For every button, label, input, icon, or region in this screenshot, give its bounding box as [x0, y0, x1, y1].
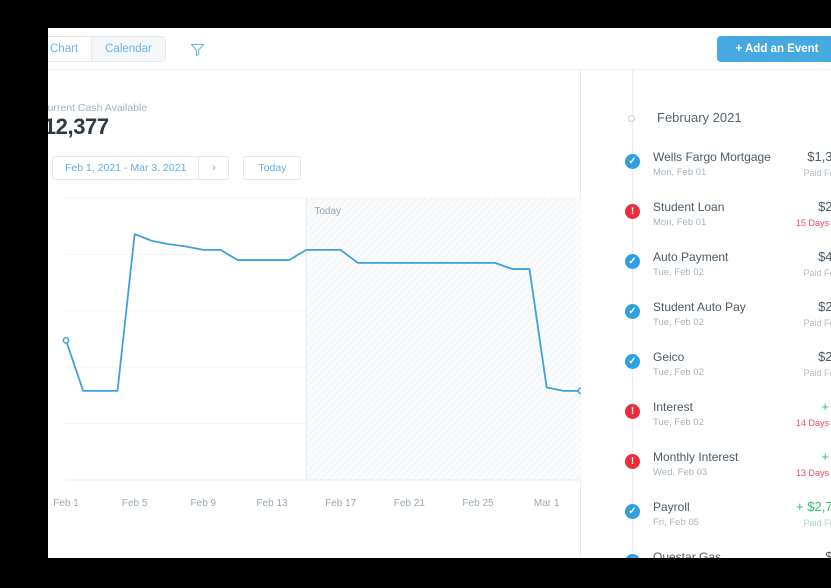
check-circle-icon[interactable]: ✓: [625, 354, 640, 369]
date-range-display[interactable]: Feb 1, 2021 - Mar 3, 2021: [52, 156, 200, 180]
top-toolbar: Chart Calendar + Add an Event: [48, 28, 831, 70]
chart-pane: Current Cash Available $12,377 Feb 1, 20…: [48, 70, 585, 558]
cash-flow-chart[interactable]: 25k20k15k10k5k0k Feb 1Feb 5Feb 9Feb 13Fe…: [48, 186, 585, 516]
alert-circle-icon[interactable]: !: [625, 404, 640, 419]
event-date: Tue, Feb 02: [653, 367, 704, 378]
chart-start-point: [62, 337, 70, 344]
month-dot-icon: [628, 115, 635, 122]
events-panel[interactable]: February 2021 ✓ Wells Fargo Mortgage Mon, …: [581, 70, 831, 558]
filter-icon: [190, 43, 204, 56]
event-name: Student Loan: [653, 200, 725, 214]
alert-circle-icon[interactable]: !: [625, 454, 640, 469]
event-amount: $250: [818, 299, 831, 314]
event-status-text: 14 Days Ago: [795, 418, 831, 428]
alert-circle-icon[interactable]: !: [625, 204, 640, 219]
event-status-text: Paid Feb 1: [803, 168, 831, 178]
chart-x-tick-label: Feb 21: [393, 498, 425, 509]
event-amount: + $2,752: [796, 499, 831, 514]
event-status-glyph: !: [630, 405, 635, 417]
chart-x-tick-label: Feb 17: [325, 498, 357, 509]
event-amount: $250: [818, 199, 831, 214]
event-date: Tue, Feb 02: [653, 317, 704, 328]
check-circle-icon[interactable]: ✓: [625, 154, 640, 169]
event-name: Student Auto Pay: [653, 300, 746, 314]
chart-x-tick-label: Feb 9: [190, 498, 217, 509]
event-date: Tue, Feb 02: [653, 267, 704, 278]
event-row[interactable]: ✓ Geico Tue, Feb 02 $239 Paid Feb 2: [581, 348, 831, 398]
chart-x-tick-label: Feb 13: [256, 498, 288, 509]
chart-x-tick-label: Feb 1: [53, 498, 79, 509]
month-title: February 2021: [657, 110, 742, 125]
event-date: Fri, Feb 05: [653, 517, 699, 528]
event-status-glyph: ✓: [628, 505, 637, 517]
event-row[interactable]: ✓ Student Auto Pay Tue, Feb 02 $250 Paid Feb…: [581, 298, 831, 348]
event-row[interactable]: ! Monthly Interest Wed, Feb 03 + $6 13 Days …: [581, 448, 831, 498]
check-circle-icon[interactable]: ✓: [625, 254, 640, 269]
event-amount: $1,388: [807, 149, 831, 164]
add-event-button[interactable]: + Add an Event: [717, 36, 831, 62]
event-date: Mon, Feb 01: [653, 217, 707, 228]
chart-x-tick-label: Feb 25: [462, 498, 494, 509]
event-row[interactable]: ! Student Loan Mon, Feb 01 $250 15 Days Ago: [581, 198, 831, 248]
event-row[interactable]: ✓ Wells Fargo Mortgage Mon, Feb 01 $1,388 Pa…: [581, 148, 831, 198]
chart-today-label: Today: [314, 206, 342, 217]
event-name: Questar Gas: [653, 550, 722, 558]
event-amount: + $6: [821, 449, 831, 464]
event-row[interactable]: ✓ Payroll Fri, Feb 05 + $2,752 Paid Feb 5: [581, 498, 831, 548]
cash-available-value: $12,377: [48, 114, 109, 139]
event-status-text: Paid Feb 2: [803, 268, 831, 278]
event-status-glyph: ✓: [628, 155, 637, 167]
event-amount: $239: [818, 349, 831, 364]
filter-button[interactable]: [186, 38, 208, 60]
check-circle-icon[interactable]: ✓: [625, 554, 640, 558]
event-status-glyph: ✓: [628, 305, 637, 317]
event-status-text: 15 Days Ago: [795, 218, 831, 228]
event-status-glyph: !: [630, 455, 635, 467]
check-circle-icon[interactable]: ✓: [625, 504, 640, 519]
cash-available-label: Current Cash Available: [48, 102, 148, 114]
event-name: Monthly Interest: [653, 450, 739, 464]
chart-x-tick-label: Feb 5: [121, 498, 148, 509]
event-name: Wells Fargo Mortgage: [653, 150, 771, 164]
event-amount: $63: [825, 549, 831, 558]
event-row[interactable]: ✓Questar GasFri, Feb 05$63Paid Feb 5: [581, 548, 831, 558]
event-status-text: Paid Feb 2: [803, 368, 831, 378]
event-date: Wed, Feb 03: [653, 467, 708, 478]
event-date: Tue, Feb 02: [653, 417, 704, 428]
event-status-glyph: ✓: [628, 255, 637, 267]
event-status-text: Paid Feb 5: [803, 518, 831, 528]
view-tab-group: Chart Calendar: [48, 36, 166, 62]
event-status-glyph: ✓: [628, 556, 636, 558]
event-date: Mon, Feb 01: [653, 167, 707, 178]
tab-calendar[interactable]: Calendar: [91, 36, 166, 62]
event-amount: $400: [818, 249, 831, 264]
event-status-text: Paid Feb 2: [803, 318, 831, 328]
event-status-glyph: ✓: [628, 355, 637, 367]
event-amount: + $3: [821, 399, 831, 414]
event-row[interactable]: ✓ Auto Payment Tue, Feb 02 $400 Paid Feb 2: [581, 248, 831, 298]
event-row[interactable]: ! Interest Tue, Feb 02 + $3 14 Days Ago: [581, 398, 831, 448]
app-window: Chart Calendar + Add an Event Current Ca…: [48, 28, 831, 558]
event-status-glyph: !: [630, 205, 635, 217]
check-circle-icon[interactable]: ✓: [625, 304, 640, 319]
today-button[interactable]: Today: [243, 156, 302, 180]
event-status-text: 13 Days Ago: [795, 468, 831, 478]
month-header: February 2021: [581, 106, 831, 132]
event-name: Geico: [653, 350, 685, 364]
chart-x-tick-label: Mar 1: [533, 498, 560, 509]
event-name: Payroll: [653, 500, 690, 514]
date-controls: Feb 1, 2021 - Mar 3, 2021 › Today: [52, 156, 302, 180]
date-next-button[interactable]: ›: [199, 156, 230, 180]
event-name: Interest: [653, 400, 694, 414]
chart-plot: [62, 197, 585, 481]
event-name: Auto Payment: [653, 250, 729, 264]
tab-chart[interactable]: Chart: [48, 36, 92, 62]
